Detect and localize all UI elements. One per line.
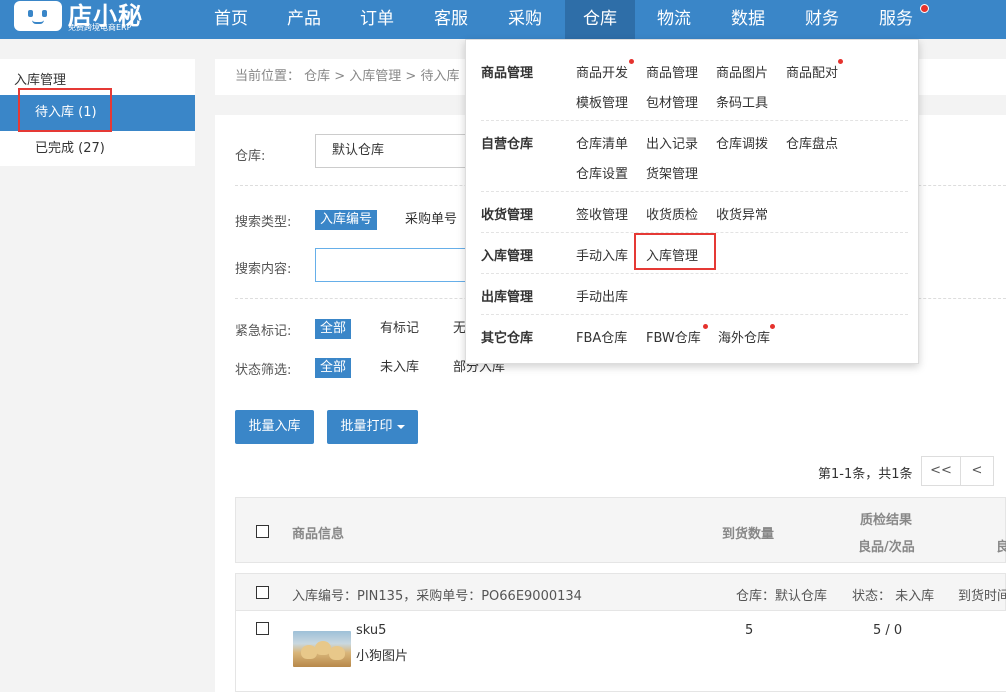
nav-finance[interactable]: 财务 [797, 0, 847, 39]
robot-logo-icon [14, 1, 62, 31]
brand-tagline: 免费跨境电商ERP [68, 23, 132, 32]
item-qc: 5 / 0 [873, 623, 903, 638]
menu-group-product: 商品管理 商品开发 商品管理 商品图片 商品配对 模板管理 包材管理 条码工具 [481, 40, 908, 121]
urgent-label: 紧急标记: [235, 324, 292, 339]
order-group-row: 入库编号：PIN135，采购单号：PO66E9000134 仓库：默认仓库 状态… [235, 573, 1006, 611]
order-info: 入库编号：PIN135，采购单号：PO66E9000134 [292, 589, 582, 604]
menu-item-manual-inbound[interactable]: 手动入库 [576, 245, 628, 264]
batch-print-button[interactable]: 批量打印 [327, 410, 418, 444]
pager-prev-button[interactable]: < [960, 456, 994, 486]
menu-category: 自营仓库 [481, 137, 534, 152]
menu-group-other-warehouse: 其它仓库 FBA仓库 FBW仓库 海外仓库 [481, 315, 908, 356]
sidebar-title: 入库管理 [14, 73, 67, 88]
nav-service[interactable]: 服务 [871, 0, 921, 39]
new-dot-icon [770, 324, 775, 329]
menu-item-manual-outbound[interactable]: 手动出库 [576, 286, 628, 305]
status-not-inbound[interactable]: 未入库 [375, 358, 424, 378]
item-checkbox[interactable] [256, 622, 269, 635]
menu-item-receiving-exception[interactable]: 收货异常 [716, 204, 768, 223]
menu-item-overseas[interactable]: 海外仓库 [718, 327, 770, 346]
warehouse-label: 仓库: [235, 149, 266, 164]
search-type-inbound-no[interactable]: 入库编号 [315, 210, 378, 230]
menu-group-receiving: 收货管理 签收管理 收货质检 收货异常 [481, 192, 908, 233]
menu-category: 商品管理 [481, 66, 534, 81]
nav-home[interactable]: 首页 [206, 0, 256, 39]
status-all[interactable]: 全部 [315, 358, 352, 378]
urgent-all[interactable]: 全部 [315, 319, 352, 339]
logo[interactable]: 店小秘 免费跨境电商ERP [14, 0, 154, 39]
pager-summary: 第1-1条，共1条 [818, 467, 913, 482]
urgent-marked[interactable]: 有标记 [375, 319, 424, 339]
menu-item-product-match[interactable]: 商品配对 [786, 62, 838, 81]
pager-first-button[interactable]: << [921, 456, 961, 486]
new-dot-icon [838, 59, 843, 64]
sidebar-item-completed[interactable]: 已完成 (27) [0, 131, 195, 167]
menu-category: 出库管理 [481, 290, 534, 305]
menu-item-product-mgmt[interactable]: 商品管理 [646, 62, 698, 81]
nav-purchase[interactable]: 采购 [500, 0, 550, 39]
item-qty: 5 [745, 623, 754, 638]
notification-dot-icon [920, 4, 929, 13]
menu-item-packaging[interactable]: 包材管理 [646, 92, 698, 111]
menu-item-sign-mgmt[interactable]: 签收管理 [576, 204, 628, 223]
menu-item-template[interactable]: 模板管理 [576, 92, 628, 111]
order-arrival: 到货时间 [958, 589, 1006, 604]
highlight-box [18, 88, 112, 132]
menu-item-product-dev[interactable]: 商品开发 [576, 62, 628, 81]
menu-item-transfer[interactable]: 仓库调拨 [716, 133, 768, 152]
new-dot-icon [629, 59, 634, 64]
menu-item-barcode[interactable]: 条码工具 [716, 92, 768, 111]
batch-print-label: 批量打印 [340, 419, 393, 434]
status-label: 状态筛选: [235, 363, 292, 378]
menu-group-outbound: 出库管理 手动出库 [481, 274, 908, 315]
new-dot-icon [703, 324, 708, 329]
highlight-box [634, 233, 716, 270]
search-type-purchase-no[interactable]: 采购单号 [400, 210, 462, 230]
warehouse-dropdown-menu: 商品管理 商品开发 商品管理 商品图片 商品配对 模板管理 包材管理 条码工具 … [465, 39, 919, 364]
menu-item-receiving-qc[interactable]: 收货质检 [646, 204, 698, 223]
header-extra: 良 [996, 540, 1006, 555]
item-sku: sku5 [356, 623, 387, 638]
menu-item-fbw[interactable]: FBW仓库 [646, 327, 701, 346]
item-name: 小狗图片 [356, 649, 409, 664]
menu-item-io-records[interactable]: 出入记录 [646, 133, 698, 152]
order-checkbox[interactable] [256, 586, 269, 599]
menu-group-own-warehouse: 自营仓库 仓库清单 出入记录 仓库调拨 仓库盘点 仓库设置 货架管理 [481, 121, 908, 192]
menu-item-warehouse-settings[interactable]: 仓库设置 [576, 163, 628, 182]
nav-warehouse[interactable]: 仓库 [565, 0, 635, 39]
search-content-label: 搜索内容: [235, 262, 292, 277]
table-row: sku5 小狗图片 5 5 / 0 [235, 611, 1006, 692]
menu-category: 收货管理 [481, 208, 534, 223]
menu-category: 其它仓库 [481, 331, 534, 346]
header-product: 商品信息 [292, 527, 345, 542]
nav-product[interactable]: 产品 [279, 0, 329, 39]
nav-customer-service[interactable]: 客服 [426, 0, 476, 39]
product-thumbnail[interactable] [293, 631, 351, 667]
header-qc-sub: 良品/次品 [858, 540, 915, 555]
menu-item-shelf-mgmt[interactable]: 货架管理 [646, 163, 698, 182]
nav-logistics[interactable]: 物流 [649, 0, 699, 39]
select-all-checkbox[interactable] [256, 525, 269, 538]
table-header: 商品信息 到货数量 质检结果 良品/次品 良 [235, 497, 1006, 563]
batch-inbound-button[interactable]: 批量入库 [235, 410, 314, 444]
order-status: 状态： 未入库 [852, 589, 935, 604]
menu-item-fba[interactable]: FBA仓库 [576, 327, 627, 346]
search-type-label: 搜索类型: [235, 215, 292, 230]
header-qty: 到货数量 [722, 527, 775, 542]
menu-item-product-images[interactable]: 商品图片 [716, 62, 768, 81]
header-qc: 质检结果 [860, 513, 913, 528]
order-warehouse: 仓库：默认仓库 [736, 589, 828, 604]
top-nav-bar: 店小秘 免费跨境电商ERP 首页 产品 订单 客服 采购 仓库 物流 数据 财务… [0, 0, 1006, 39]
caret-down-icon [396, 424, 405, 429]
menu-category: 入库管理 [481, 249, 534, 264]
menu-item-warehouse-list[interactable]: 仓库清单 [576, 133, 628, 152]
menu-item-stocktake[interactable]: 仓库盘点 [786, 133, 838, 152]
nav-order[interactable]: 订单 [352, 0, 402, 39]
nav-data[interactable]: 数据 [723, 0, 773, 39]
